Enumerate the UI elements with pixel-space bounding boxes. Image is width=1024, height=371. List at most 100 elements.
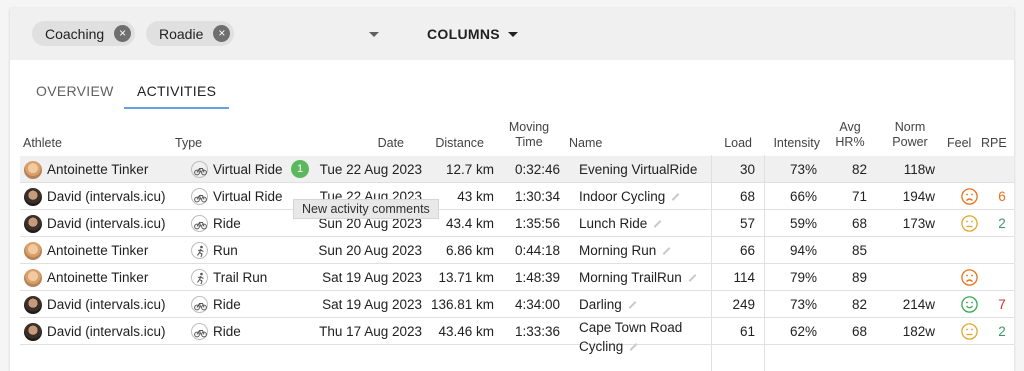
edit-pencil-icon[interactable] — [662, 247, 671, 256]
filter-chip-label: Coaching — [45, 25, 105, 42]
activity-norm-power — [890, 264, 935, 291]
tab-overview[interactable]: OVERVIEW — [36, 72, 114, 109]
activity-intensity: 94% — [789, 243, 817, 258]
run-icon — [191, 242, 208, 259]
athlete-name[interactable]: Antoinette Tinker — [47, 156, 148, 183]
filter-chip-roadie[interactable]: Roadie × — [146, 21, 235, 46]
feel-happy-icon — [961, 296, 978, 313]
header-norm-power-line2: Power — [892, 135, 928, 149]
activity-name[interactable]: Morning Run — [579, 237, 671, 264]
activity-moving-time: 1:30:34 — [514, 189, 560, 204]
table-row[interactable]: Antoinette Tinker Trail Run Sat 19 Aug 202… — [20, 264, 1014, 291]
header-date[interactable]: Date — [330, 136, 404, 151]
activity-distance: 12.7 km — [445, 162, 494, 177]
activity-name-text: Evening VirtualRide — [579, 162, 698, 177]
table-row[interactable]: David (intervals.icu) Ride Sat 19 Aug 2023… — [20, 291, 1014, 318]
activity-name-line1: Cape Town Road — [579, 320, 683, 335]
activities-panel: Coaching × Roadie × COLUMNS OVERVIEW ACT… — [10, 8, 1014, 371]
filter-chip-coaching[interactable]: Coaching × — [32, 21, 136, 46]
activity-name-text: Lunch Ride — [579, 216, 648, 231]
avatar — [24, 215, 42, 233]
activity-load: 68 — [739, 189, 755, 204]
activity-avg-hr: 89 — [851, 270, 867, 285]
header-feel[interactable]: Feel — [947, 136, 971, 151]
activity-moving-time: 0:32:46 — [514, 162, 560, 177]
feel-sad-icon — [961, 188, 978, 205]
activity-intensity: 66% — [789, 189, 817, 204]
activity-moving-time: 1:33:36 — [514, 324, 560, 339]
avatar — [24, 323, 42, 341]
athlete-name[interactable]: David (intervals.icu) — [47, 318, 166, 345]
activity-type: Virtual Ride — [213, 162, 283, 177]
activity-name-line2: Cycling — [579, 337, 682, 356]
activity-name[interactable]: Morning TrailRun — [579, 264, 697, 291]
table-row[interactable]: David (intervals.icu) Virtual Ride Tue 22 … — [20, 183, 1014, 210]
activity-date: Sun 20 Aug 2023 — [318, 243, 422, 258]
activity-type: Ride — [213, 324, 241, 339]
activity-moving-time: 4:34:00 — [514, 297, 560, 312]
run-icon — [191, 269, 208, 286]
edit-pencil-icon[interactable] — [629, 343, 638, 352]
activity-load: 66 — [739, 243, 755, 258]
comments-badge[interactable]: 1 — [291, 160, 309, 178]
header-norm-power[interactable]: Norm Power — [886, 120, 934, 150]
table-row[interactable]: David (intervals.icu) Ride Thu 17 Aug 2023… — [20, 318, 1014, 354]
activity-norm-power — [890, 237, 935, 264]
activity-moving-time: 1:48:39 — [514, 270, 560, 285]
activity-avg-hr: 82 — [851, 297, 867, 312]
activity-load: 249 — [732, 297, 755, 312]
filter-bar: Coaching × Roadie × COLUMNS — [10, 8, 1014, 60]
header-intensity[interactable]: Intensity — [762, 136, 820, 151]
athlete-name[interactable]: Antoinette Tinker — [47, 264, 148, 291]
activity-name-text: Morning TrailRun — [579, 270, 682, 285]
athlete-name[interactable]: Antoinette Tinker — [47, 237, 148, 264]
columns-button[interactable]: COLUMNS — [427, 24, 518, 44]
header-moving-time[interactable]: Moving Time — [498, 120, 560, 150]
header-moving-time-line1: Moving — [508, 120, 550, 134]
activity-name[interactable]: Indoor Cycling — [579, 183, 680, 210]
athlete-name[interactable]: David (intervals.icu) — [47, 183, 166, 210]
header-rpe[interactable]: RPE — [981, 136, 1007, 151]
activity-intensity: 73% — [789, 162, 817, 177]
header-avg-hr-line1: Avg — [839, 120, 861, 134]
edit-pencil-icon[interactable] — [688, 274, 697, 283]
athlete-name[interactable]: David (intervals.icu) — [47, 210, 166, 237]
edit-pencil-icon[interactable] — [628, 301, 637, 310]
header-athlete[interactable]: Athlete — [23, 136, 62, 151]
table-row[interactable]: Antoinette Tinker Virtual Ride 1 Tue 22 Aug… — [20, 156, 1014, 183]
activity-avg-hr: 85 — [851, 243, 867, 258]
activity-norm-power: 194w — [902, 189, 935, 204]
remove-chip-icon[interactable]: × — [114, 25, 132, 42]
activity-avg-hr: 68 — [851, 216, 867, 231]
activity-name[interactable]: Evening VirtualRide — [579, 156, 697, 183]
header-type[interactable]: Type — [175, 136, 202, 151]
activity-moving-time: 0:44:18 — [514, 243, 560, 258]
activity-name[interactable]: Cape Town Road Cycling — [579, 318, 682, 358]
header-name[interactable]: Name — [569, 136, 602, 151]
activity-load: 114 — [733, 270, 755, 285]
header-load[interactable]: Load — [710, 136, 752, 151]
edit-pencil-icon[interactable] — [653, 220, 662, 229]
activity-avg-hr: 71 — [851, 189, 867, 204]
table-row[interactable]: David (intervals.icu) Ride Sun 20 Aug 2023… — [20, 210, 1014, 237]
activity-load: 61 — [739, 324, 755, 339]
tab-activities[interactable]: ACTIVITIES — [124, 72, 229, 109]
activity-rpe: 2 — [998, 216, 1006, 231]
column-divider — [711, 155, 712, 371]
activity-distance: 43.46 km — [438, 324, 494, 339]
bike-icon — [191, 188, 208, 205]
activity-intensity: 73% — [789, 297, 817, 312]
header-distance[interactable]: Distance — [420, 136, 484, 151]
athlete-name[interactable]: David (intervals.icu) — [47, 291, 166, 318]
avatar — [24, 296, 42, 314]
filter-dropdown-arrow-icon[interactable] — [369, 32, 379, 37]
activity-distance: 13.71 km — [438, 270, 494, 285]
header-avg-hr[interactable]: Avg HR% — [832, 120, 868, 150]
activity-name[interactable]: Darling — [579, 291, 637, 318]
activity-type: Run — [213, 243, 238, 258]
activity-name[interactable]: Lunch Ride — [579, 210, 662, 237]
header-avg-hr-line2: HR% — [835, 135, 865, 149]
edit-pencil-icon[interactable] — [671, 193, 680, 202]
table-row[interactable]: Antoinette Tinker Run Sun 20 Aug 2023 6.86 … — [20, 237, 1014, 264]
remove-chip-icon[interactable]: × — [213, 25, 231, 42]
